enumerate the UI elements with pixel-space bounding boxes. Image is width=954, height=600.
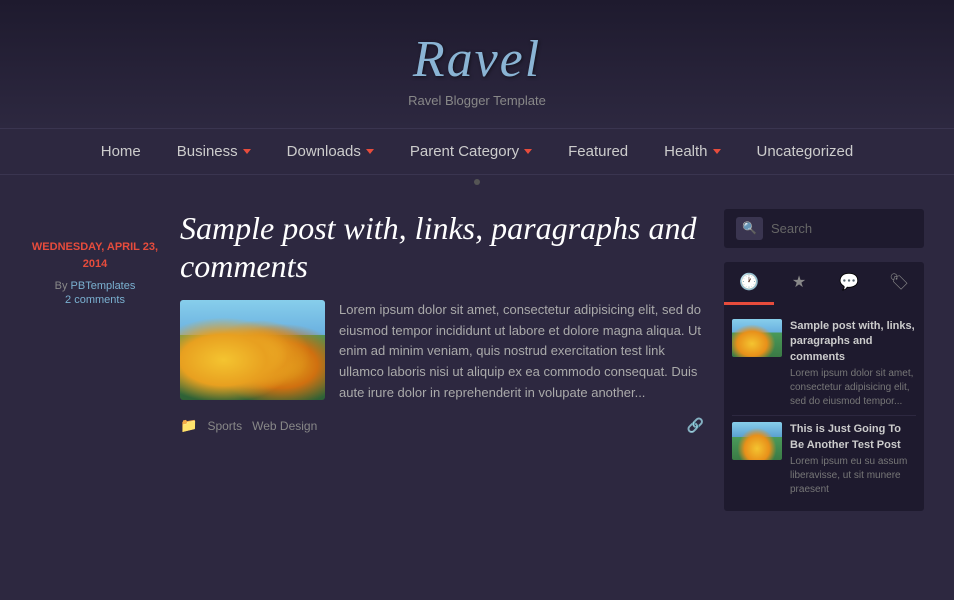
- thumbnail-image: [180, 300, 325, 400]
- widget-thumbnail-2: [732, 422, 782, 460]
- widget-tabs: 🕐 ★ 💬 🏷: [724, 262, 924, 305]
- nav-dot: [474, 179, 480, 185]
- post-thumbnail: [180, 300, 325, 400]
- nav-dropdown-arrow: [366, 149, 374, 154]
- site-header: Ravel Ravel Blogger Template: [0, 0, 954, 128]
- widget-post-info-1: Sample post with, links, paragraphs and …: [790, 319, 916, 409]
- post-tag-sports[interactable]: Sports: [207, 419, 242, 433]
- search-icon: 🔍: [742, 221, 757, 236]
- post-meta: WEDNESDAY, APRIL 23, 2014 By PBTemplates…: [30, 209, 160, 511]
- nav-divider: [0, 175, 954, 189]
- post-excerpt: Lorem ipsum dolor sit amet, consectetur …: [339, 300, 704, 404]
- post-title[interactable]: Sample post with, links, paragraphs and …: [180, 209, 704, 286]
- nav-item-parent-category[interactable]: Parent Category: [392, 129, 550, 174]
- sidebar: 🔍 Search 🕐 ★ 💬 🏷 Sample post with, links…: [724, 209, 924, 511]
- nav-item-business[interactable]: Business: [159, 129, 269, 174]
- widget-post-title-2[interactable]: This is Just Going To Be Another Test Po…: [790, 422, 916, 453]
- nav-item-home[interactable]: Home: [83, 129, 159, 174]
- nav-list: Home Business Downloads Parent Category …: [0, 129, 954, 174]
- post-body: Lorem ipsum dolor sit amet, consectetur …: [180, 300, 704, 404]
- nav-item-featured[interactable]: Featured: [550, 129, 646, 174]
- widget-tab-popular[interactable]: ★: [774, 262, 824, 305]
- widget-post-excerpt-2: Lorem ipsum eu su assum liberavisse, ut …: [790, 455, 916, 497]
- post-comments[interactable]: 2 comments: [30, 294, 160, 306]
- widget-post-info-2: This is Just Going To Be Another Test Po…: [790, 422, 916, 497]
- search-icon-wrap: 🔍: [736, 217, 763, 240]
- nav-item-uncategorized[interactable]: Uncategorized: [739, 129, 872, 174]
- main-content: WEDNESDAY, APRIL 23, 2014 By PBTemplates…: [0, 189, 954, 531]
- post-tag-webdesign[interactable]: Web Design: [252, 419, 317, 433]
- widget-post-title-1[interactable]: Sample post with, links, paragraphs and …: [790, 319, 916, 365]
- post-by-label: By PBTemplates: [30, 280, 160, 292]
- search-input[interactable]: Search: [771, 221, 812, 236]
- widget-post-1: Sample post with, links, paragraphs and …: [732, 313, 916, 416]
- widget-tab-tags[interactable]: 🏷: [874, 262, 924, 305]
- nav-dropdown-arrow: [713, 149, 721, 154]
- site-title: Ravel: [0, 30, 954, 89]
- site-subtitle: Ravel Blogger Template: [0, 93, 954, 108]
- widget-content: Sample post with, links, paragraphs and …: [724, 305, 924, 511]
- widget-tab-comments[interactable]: 💬: [824, 262, 874, 305]
- search-box[interactable]: 🔍 Search: [724, 209, 924, 248]
- nav-item-health[interactable]: Health: [646, 129, 738, 174]
- widget-post-excerpt-1: Lorem ipsum dolor sit amet, consectetur …: [790, 367, 916, 409]
- widget-thumbnail-1: [732, 319, 782, 357]
- widget-post-2: This is Just Going To Be Another Test Po…: [732, 416, 916, 503]
- widget-tab-recent[interactable]: 🕐: [724, 262, 774, 305]
- main-nav: Home Business Downloads Parent Category …: [0, 128, 954, 175]
- nav-dropdown-arrow: [243, 149, 251, 154]
- post-date: WEDNESDAY, APRIL 23, 2014: [30, 239, 160, 272]
- folder-icon: 📁: [180, 418, 197, 435]
- post-author[interactable]: PBTemplates: [71, 280, 136, 292]
- post-content: Sample post with, links, paragraphs and …: [180, 209, 704, 511]
- nav-item-downloads[interactable]: Downloads: [269, 129, 392, 174]
- nav-dropdown-arrow: [524, 149, 532, 154]
- post-tags: 📁 Sports Web Design 🔗: [180, 418, 704, 435]
- link-icon: 🔗: [687, 418, 704, 435]
